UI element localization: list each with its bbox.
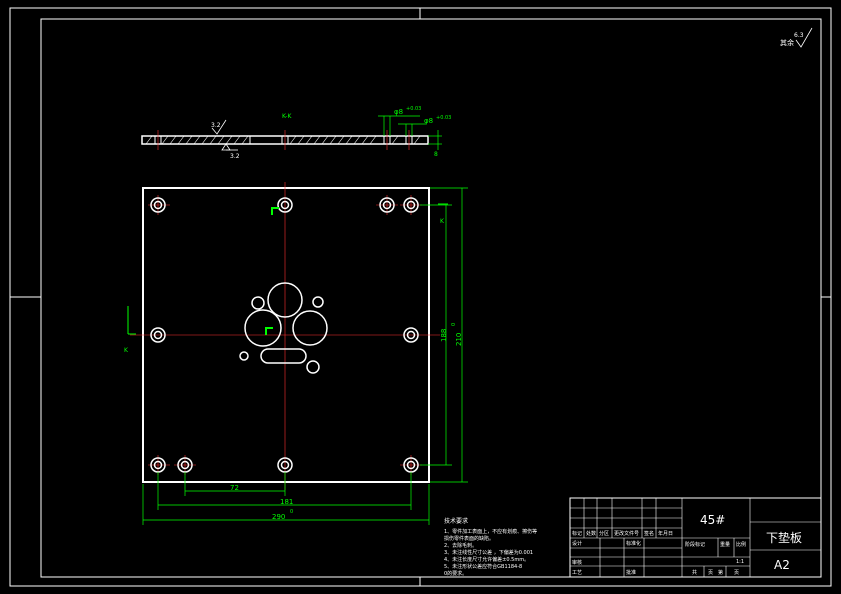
tb-label: 页	[708, 570, 713, 576]
tb-label: 审核	[572, 559, 582, 566]
cad-drawing: 3.2 3.2 K-K φ8 +0.03 φ8 +0.03 8 K K 188 …	[9, 7, 832, 587]
tb-label: 分区	[599, 530, 609, 537]
outer-frame	[9, 7, 832, 587]
tb-label: 签名	[644, 530, 654, 537]
dim-inner-horizontal: 181	[280, 498, 293, 506]
dim-hole-1: φ8	[394, 108, 403, 116]
section-label-top: K-K	[282, 113, 292, 120]
scale-value: 1:1	[736, 559, 744, 565]
dim-hole-2: φ8	[424, 117, 433, 125]
section-label-left: K	[124, 347, 129, 354]
roughness-bottom: 3.2	[230, 153, 240, 160]
tech-notes: 技术要求 1、零件加工表面上，不应有划痕、擦伤等 损伤零件表面的缺陷。 2、去除…	[444, 517, 537, 577]
dim-thickness: 8	[434, 151, 438, 158]
part-name: 下垫板	[766, 530, 802, 545]
tb-label: 设计	[572, 540, 582, 547]
tech-note-line: 4、未注长度尺寸允许偏差±0.5mm。	[444, 556, 529, 563]
tb-label: 标记	[572, 530, 582, 537]
roughness-top: 3.2	[211, 122, 221, 129]
tb-label: 共	[692, 569, 697, 576]
corner-roughness: 6.3	[794, 32, 804, 39]
tech-note-line: 5、未注形状公差应符合GB1184-8	[444, 563, 522, 570]
tech-notes-title: 技术要求	[444, 517, 468, 525]
dim-inner-vertical: 188	[440, 329, 448, 342]
tb-label: 第	[718, 569, 723, 576]
tb-label: 更改文件号	[614, 530, 639, 537]
corner-note: 其余	[780, 38, 794, 47]
tech-note-line: 2、去除毛刺。	[444, 542, 477, 549]
tb-label: 重量	[720, 541, 730, 548]
tb-label: 工艺	[572, 570, 582, 576]
dim-hole-2-tol: +0.03	[436, 115, 451, 121]
dim-outer-vertical: 210	[455, 333, 463, 346]
dim-outer-horizontal-tol: 0	[290, 509, 293, 515]
section-view: 3.2 3.2 K-K φ8 +0.03 φ8 +0.03 8	[141, 106, 451, 160]
tech-note-line: 损伤零件表面的缺陷。	[444, 535, 494, 542]
tech-note-line: 3、未注线性尺寸公差 ，下偏差为0.001	[444, 549, 533, 556]
tb-label: 页	[734, 570, 739, 576]
tech-note-line: 0的要求。	[444, 570, 467, 577]
sheet-size: A2	[774, 558, 790, 572]
tb-label: 阶段标记	[685, 541, 705, 548]
material: 45#	[700, 513, 725, 527]
title-block: 标记 处数 分区 更改文件号 签名 年月日 设计 标准化 审核 工艺 批准 阶段…	[569, 497, 822, 578]
tb-label: 标准化	[626, 540, 641, 547]
tech-note-line: 1、零件加工表面上，不应有划痕、擦伤等	[444, 528, 537, 535]
tb-label: 比例	[736, 541, 746, 548]
dim-small-horizontal: 72	[230, 484, 239, 492]
centering-marks	[10, 8, 831, 586]
dim-outer-vertical-tol: 0	[451, 323, 457, 326]
dim-hole-1-tol: +0.03	[406, 106, 421, 112]
section-label-right: K	[440, 218, 445, 225]
tb-label: 年月日	[658, 530, 673, 537]
plan-view: K K 188 210 0 72 181 290 0	[124, 182, 468, 525]
tb-label: 批准	[626, 569, 636, 576]
tb-label: 处数	[586, 530, 596, 537]
dim-outer-horizontal: 290	[272, 513, 285, 521]
